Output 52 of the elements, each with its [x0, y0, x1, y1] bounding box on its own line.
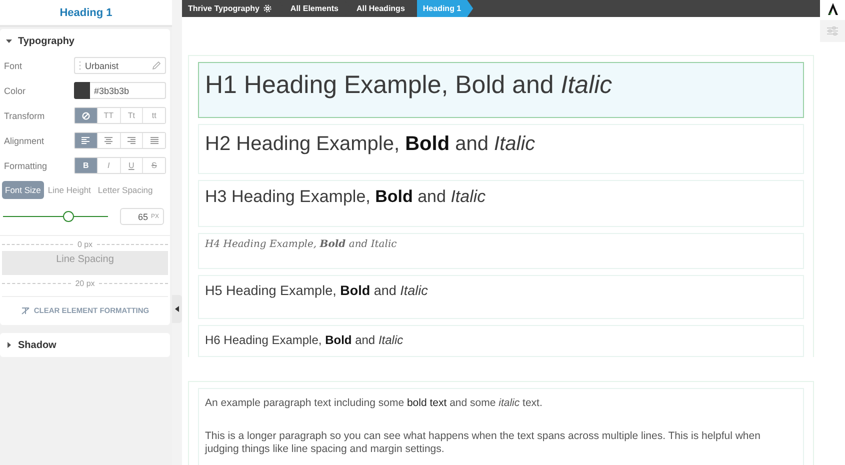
paragraph-block[interactable]: [198, 388, 804, 465]
sliders-icon: [827, 26, 838, 36]
heading-block[interactable]: H3 Heading Example, Bold and Italic: [198, 180, 804, 227]
size-tab[interactable]: Line Height: [44, 181, 94, 199]
collapse-handle[interactable]: [172, 295, 182, 323]
heading-block[interactable]: H2 Heading Example, Bold and Italic: [198, 124, 804, 174]
heading-text: H4 Heading Example, Bold and Italic: [205, 239, 397, 250]
size-tab[interactable]: Font Size: [2, 181, 44, 199]
color-field[interactable]: #3b3b3b: [74, 82, 166, 99]
spacing-value: 20 px: [75, 279, 95, 288]
typography-section-header[interactable]: Typography: [0, 29, 170, 53]
caret-icon: [6, 342, 12, 348]
slider-thumb[interactable]: [63, 211, 74, 222]
field-label: Formatting: [4, 160, 48, 170]
panel-title: Heading 1: [0, 0, 172, 27]
field-label: Transform: [4, 110, 46, 120]
heading-block[interactable]: H6 Heading Example, Bold and Italic: [198, 325, 804, 357]
logo-icon: [826, 3, 838, 15]
heading-text: H1 Heading Example, Bold and Italic: [205, 71, 612, 100]
shadow-section-header[interactable]: Shadow: [0, 333, 170, 357]
settings-sliders-button[interactable]: [820, 20, 845, 42]
field-label: Font: [4, 60, 24, 70]
heading-block[interactable]: H1 Heading Example, Bold and Italic: [198, 62, 804, 118]
align-justify-icon: [150, 136, 159, 144]
heading-text: H3 Heading Example, Bold and Italic: [205, 187, 486, 207]
paragraph-text: This is a longer paragraph so you can see what happens when the text spans across multiple lines. This is helpful when judging things like line spacing and margin settings.: [205, 430, 762, 456]
align-button[interactable]: [75, 133, 97, 148]
align-button[interactable]: [142, 133, 165, 148]
spacing-value: 0 px: [77, 240, 93, 249]
collapse-arrow-icon: [175, 306, 179, 312]
paragraph-text: An example paragraph text including some bold text and some italic text.: [205, 397, 544, 410]
settings-icon: [263, 4, 272, 13]
clear-format-icon: [20, 306, 30, 314]
heading-block[interactable]: H5 Heading Example, Bold and Italic: [198, 275, 804, 319]
caret-icon: [6, 38, 12, 44]
transform-none-button[interactable]: [75, 108, 97, 123]
bold-button[interactable]: B: [75, 158, 97, 173]
transform-button[interactable]: tt: [142, 108, 165, 123]
heading-text: H6 Heading Example, Bold and Italic: [205, 333, 404, 347]
strikethrough-button[interactable]: S: [142, 158, 165, 173]
heading-block[interactable]: H4 Heading Example, Bold and Italic: [198, 233, 804, 269]
heading-text: H5 Heading Example, Bold and Italic: [205, 283, 428, 298]
color-swatch[interactable]: [74, 82, 90, 99]
align-center-icon: [104, 136, 114, 144]
pencil-icon: [152, 61, 161, 70]
no-transform-icon: [82, 112, 90, 120]
align-right-icon: [126, 136, 136, 144]
field-label: Alignment: [4, 136, 46, 146]
font-field[interactable]: Urbanist: [74, 57, 166, 74]
field-label: Color: [4, 86, 27, 96]
heading-text: H2 Heading Example, Bold and Italic: [205, 133, 536, 156]
align-left-icon: [81, 136, 90, 144]
